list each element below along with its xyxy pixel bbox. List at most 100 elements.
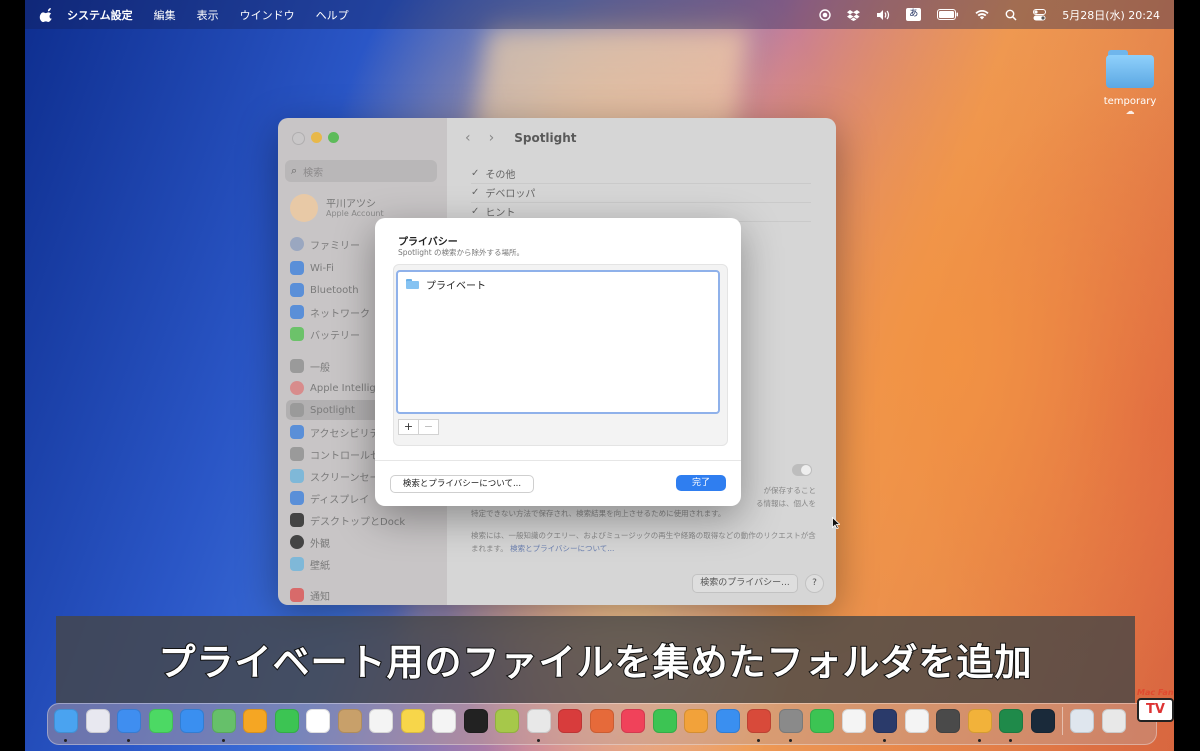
dropbox-icon[interactable] — [847, 9, 861, 21]
iphone-mirroring-icon[interactable] — [873, 709, 897, 742]
appletv-icon[interactable] — [463, 709, 488, 733]
sheet-subtitle: Spotlight の検索から除外する場所。 — [398, 248, 525, 257]
contacts-icon[interactable] — [337, 709, 362, 733]
typora-icon[interactable] — [967, 709, 992, 742]
menu-help[interactable]: ヘルプ — [316, 7, 349, 23]
network-icon — [290, 305, 304, 319]
desktop: システム設定 編集 表示 ウインドウ ヘルプ あ 5月28日(水) 20:24 … — [25, 0, 1174, 751]
sidebar-item-notifications[interactable]: 通知 — [286, 585, 441, 605]
safari-icon[interactable] — [117, 709, 141, 742]
running-indicator — [757, 739, 760, 742]
finder-icon[interactable] — [54, 709, 78, 742]
minimize-button[interactable] — [311, 132, 322, 143]
category-row-other[interactable]: ✓ その他 — [471, 164, 811, 184]
search-privacy-link[interactable]: 検索とプライバシーについて... — [510, 544, 614, 553]
reminders-icon[interactable] — [369, 709, 393, 733]
icloud-download-icon: ☁ — [1125, 107, 1135, 117]
menu-window[interactable]: ウインドウ — [240, 7, 295, 23]
mouse-pointer-icon — [832, 517, 840, 529]
category-row-developer[interactable]: ✓ デベロッパ — [471, 183, 811, 203]
menu-app-name[interactable]: システム設定 — [67, 7, 133, 23]
account-subtitle: Apple Account — [326, 209, 384, 218]
category-label: ヒント — [485, 208, 516, 219]
search-icon: ⌕ — [291, 164, 298, 177]
sidebar-item-desktop-dock[interactable]: デスクトップとDock — [286, 510, 441, 530]
sidebar-item-wallpaper[interactable]: 壁紙 — [286, 554, 441, 574]
folder-icon — [406, 279, 419, 289]
add-location-button[interactable]: + — [398, 419, 419, 435]
calculator-icon[interactable] — [936, 709, 960, 733]
channel-logo-tv: TV — [1137, 698, 1174, 722]
freeform-icon[interactable] — [432, 709, 456, 733]
menu-edit[interactable]: 編集 — [154, 7, 176, 23]
calendar-icon[interactable] — [306, 709, 330, 733]
list-item-label: プライベート — [426, 280, 486, 292]
forward-chevron-icon[interactable]: › — [489, 130, 495, 146]
sidebar-item-appearance[interactable]: 外観 — [286, 532, 441, 552]
search-icon[interactable] — [1005, 9, 1017, 21]
numbers-icon[interactable] — [652, 709, 677, 733]
gear-icon — [290, 359, 304, 373]
excel-icon[interactable] — [999, 709, 1023, 742]
running-indicator — [64, 739, 67, 742]
excluded-locations-list[interactable]: プライベート — [396, 270, 720, 414]
sidebar-item-label: デスクトップとDock — [310, 516, 406, 528]
help-button[interactable]: ? — [805, 574, 824, 593]
star-app-icon[interactable] — [841, 709, 866, 733]
menu-datetime[interactable]: 5月28日(水) 20:24 — [1062, 7, 1160, 23]
launchpad-icon[interactable] — [85, 709, 110, 733]
line-icon[interactable] — [810, 709, 834, 733]
sidebar-item-label: ファミリー — [310, 240, 360, 252]
facetime-icon[interactable] — [274, 709, 299, 733]
desktop-folder-temporary[interactable]: temporary ☁ — [1095, 50, 1165, 117]
zoom-button[interactable] — [328, 132, 339, 143]
system-settings-icon[interactable] — [778, 709, 803, 742]
sidebar-search-field[interactable]: ⌕ 検索 — [285, 160, 437, 182]
perplexity-icon[interactable] — [1030, 709, 1055, 733]
menu-view[interactable]: 表示 — [197, 7, 219, 23]
add-remove-control: + − — [398, 419, 439, 435]
sidebar-item-label: ネットワーク — [310, 308, 370, 320]
help-improve-toggle[interactable] — [792, 464, 812, 476]
accessibility-icon — [290, 425, 304, 439]
chrome-icon[interactable] — [526, 709, 551, 742]
dock-icon — [290, 513, 304, 527]
appstore-icon[interactable] — [715, 709, 740, 733]
notes-icon[interactable] — [400, 709, 425, 733]
sidebar-search-placeholder: 検索 — [303, 167, 324, 179]
music-icon[interactable] — [621, 709, 645, 733]
search-privacy-button[interactable]: 検索のプライバシー... — [692, 574, 798, 593]
control-center-icon — [290, 447, 304, 461]
sidebar-item-label: 通知 — [310, 591, 330, 603]
volume-icon[interactable] — [876, 9, 890, 21]
numbers-like-icon[interactable] — [495, 709, 519, 733]
control-center-icon[interactable] — [1033, 8, 1047, 21]
maps-icon[interactable] — [211, 709, 236, 742]
messages-icon[interactable] — [148, 709, 173, 733]
remove-location-button[interactable]: − — [419, 419, 439, 435]
battery-icon — [290, 327, 304, 341]
about-search-privacy-button[interactable]: 検索とプライバシーについて... — [390, 475, 534, 493]
pixelmator-icon[interactable] — [589, 709, 614, 733]
record-icon[interactable] — [819, 8, 831, 21]
folder-icon — [1106, 50, 1154, 88]
input-mode-indicator[interactable]: あ — [906, 8, 922, 21]
chatgpt-icon[interactable] — [904, 709, 929, 733]
account-name: 平川アツシ — [326, 199, 376, 210]
category-label: デベロッパ — [485, 189, 536, 200]
xcode-like-icon[interactable] — [747, 709, 771, 742]
wifi-icon[interactable] — [975, 9, 989, 20]
list-item[interactable]: プライベート — [406, 276, 486, 292]
done-button[interactable]: 完了 — [676, 475, 726, 491]
battery-icon[interactable] — [937, 9, 959, 20]
back-chevron-icon[interactable]: ‹ — [465, 130, 471, 146]
affinity-icon[interactable] — [558, 709, 582, 733]
close-button[interactable] — [292, 132, 305, 145]
notifications-icon — [290, 588, 304, 602]
downloads-icon[interactable] — [1070, 709, 1094, 733]
mail-icon[interactable] — [180, 709, 204, 733]
pages-icon[interactable] — [684, 709, 708, 733]
apple-icon[interactable] — [39, 7, 53, 22]
trash-icon[interactable] — [1101, 709, 1126, 733]
photos-icon[interactable] — [243, 709, 267, 733]
